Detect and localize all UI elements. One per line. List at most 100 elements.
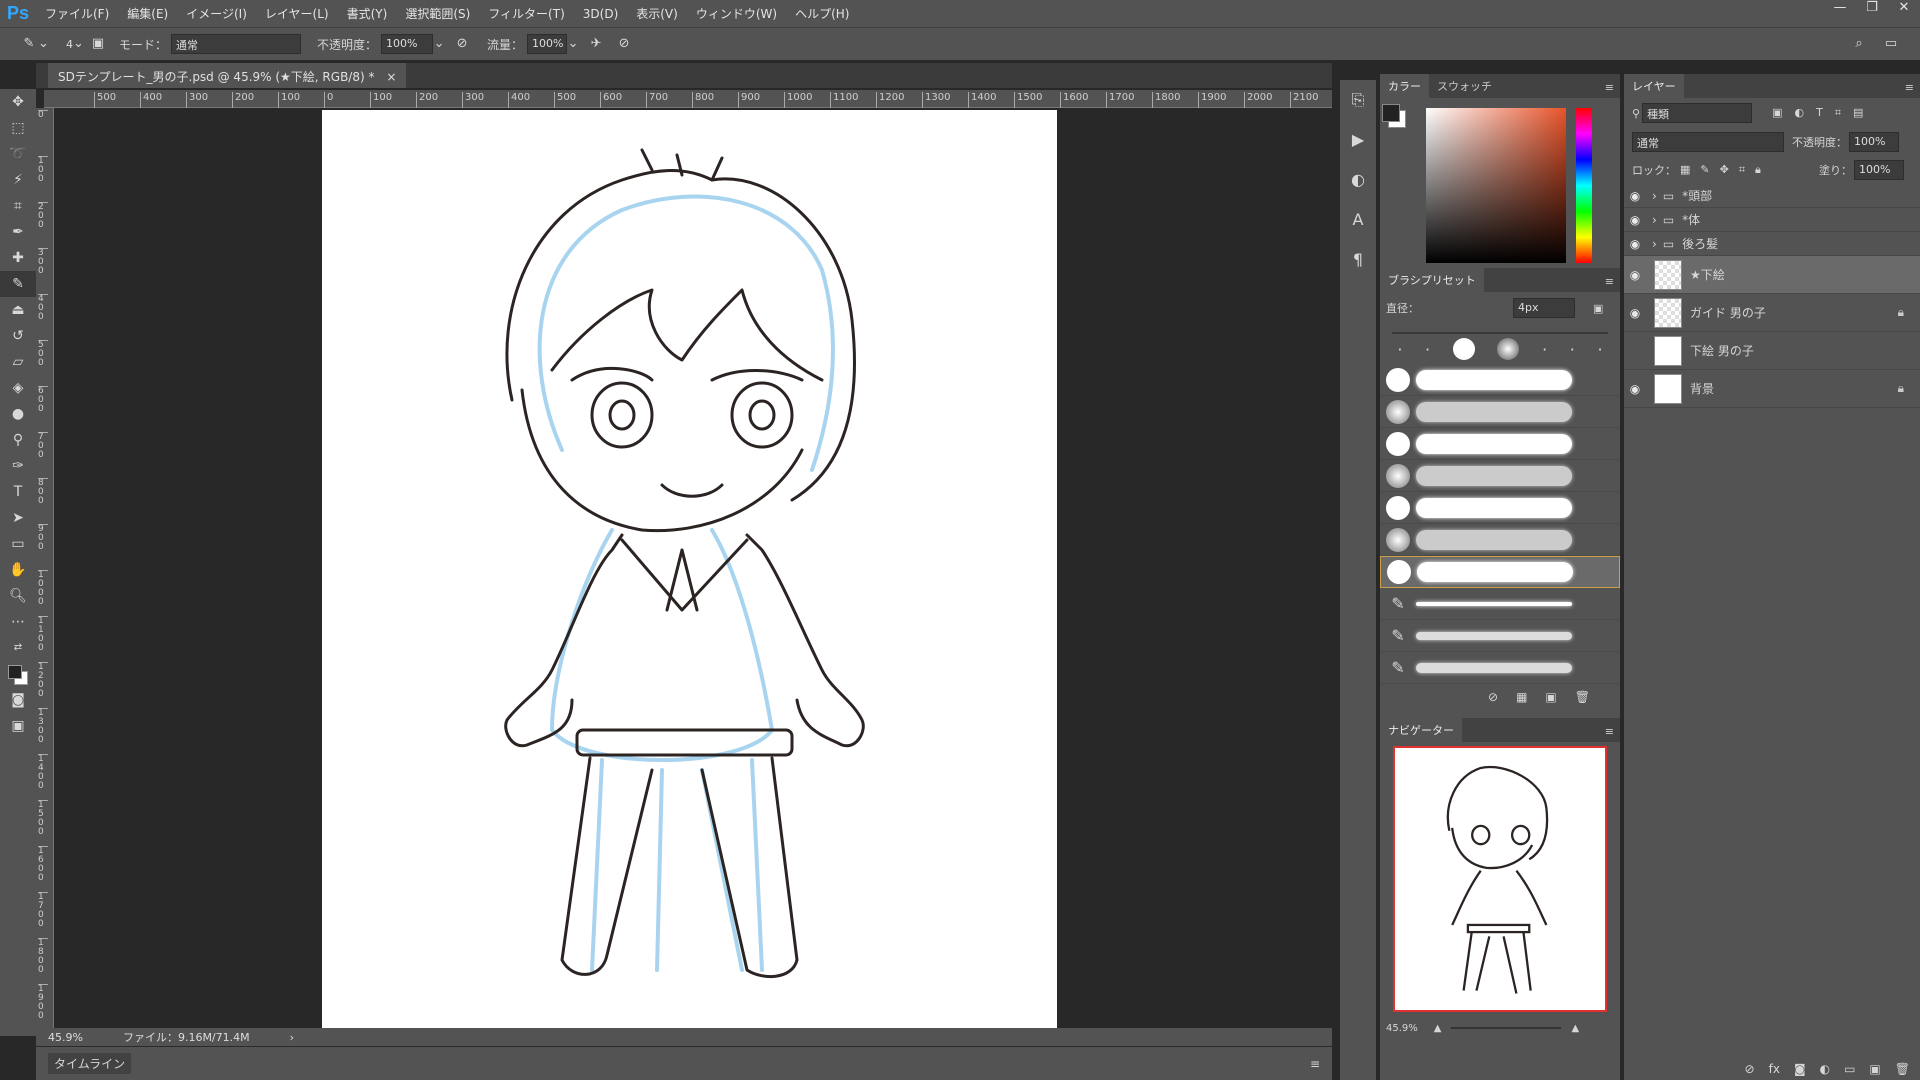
brush-preset-item[interactable] <box>1380 460 1620 492</box>
lock-transparent-icon[interactable]: ▦ <box>1680 163 1690 177</box>
menu-filter[interactable]: フィルター(T) <box>479 5 573 22</box>
panel-menu-icon[interactable]: ≡ <box>1599 721 1620 742</box>
layer-draft[interactable]: 下絵 男の子 <box>1624 332 1920 370</box>
brush-tip[interactable]: · <box>1598 340 1603 359</box>
lock-position-icon[interactable]: ✥ <box>1720 163 1729 177</box>
adjustments-icon[interactable]: ◐ <box>1340 160 1376 200</box>
path-select-tool-icon[interactable]: ➤ <box>0 505 36 531</box>
saturation-field[interactable] <box>1426 108 1566 263</box>
grid-icon[interactable]: ▦ <box>1516 690 1527 704</box>
trash-icon[interactable]: 🗑︎ <box>1895 1062 1910 1076</box>
new-layer-icon[interactable]: ▣ <box>1869 1062 1880 1076</box>
zoom-out-icon[interactable]: ▲ <box>1434 1023 1442 1034</box>
close-tab-icon[interactable]: × <box>386 70 396 84</box>
pressure-size-icon[interactable]: ⊘ <box>615 35 633 53</box>
crop-tool-icon[interactable]: ⌗ <box>0 193 36 219</box>
dodge-tool-icon[interactable]: ⚲ <box>0 427 36 453</box>
visibility-eye-icon[interactable]: ◉ <box>1624 189 1646 203</box>
panel-menu-icon[interactable]: ≡ <box>1599 77 1620 98</box>
layer-background[interactable]: ◉ 背景 🔒︎ <box>1624 370 1920 408</box>
smart-object-filter-icon[interactable]: ▤ <box>1853 106 1863 120</box>
menu-view[interactable]: 表示(V) <box>627 5 687 22</box>
type-tool-icon[interactable]: T <box>0 479 36 505</box>
lock-artboard-icon[interactable]: ⌗ <box>1739 163 1745 177</box>
layer-sketch-selected[interactable]: ◉ ★下絵 <box>1624 256 1920 294</box>
move-tool-icon[interactable]: ✥ <box>0 89 36 115</box>
menu-layer[interactable]: レイヤー(L) <box>256 5 338 22</box>
brush-preset-item[interactable]: ✎ <box>1380 652 1620 684</box>
layer-group-head[interactable]: ◉ › ▭ *頭部 <box>1624 184 1920 208</box>
tab-navigator[interactable]: ナビゲーター <box>1380 718 1462 742</box>
add-mask-icon[interactable]: ◙ <box>1794 1062 1806 1076</box>
zoom-tool-icon[interactable]: 🔍︎ <box>0 583 36 609</box>
workspace-icon[interactable]: ▭ <box>1882 35 1900 53</box>
diameter-input[interactable]: 4px <box>1513 298 1575 318</box>
pressure-opacity-icon[interactable]: ⊘ <box>453 35 471 53</box>
layer-filter-select[interactable]: 種類 <box>1642 103 1753 123</box>
visibility-eye-icon[interactable]: ◉ <box>1624 237 1646 251</box>
screen-mode-icon[interactable]: ▣ <box>0 713 36 739</box>
history-brush-tool-icon[interactable]: ↺ <box>0 323 36 349</box>
lock-all-icon[interactable]: 🔒︎ <box>1755 163 1761 177</box>
brush-preset-item[interactable] <box>1380 492 1620 524</box>
tab-brush-presets[interactable]: ブラシプリセット <box>1380 268 1484 292</box>
menu-select[interactable]: 選択範囲(S) <box>396 5 479 22</box>
navigator-preview[interactable] <box>1393 746 1607 1012</box>
magic-wand-tool-icon[interactable]: ⚡ <box>0 167 36 193</box>
lasso-tool-icon[interactable]: ➰ <box>0 141 36 167</box>
brush-preset-item[interactable]: ✎ <box>1380 620 1620 652</box>
diameter-slider[interactable] <box>1392 324 1608 334</box>
new-group-icon[interactable]: ▭ <box>1844 1062 1855 1076</box>
brush-tool-icon[interactable]: ✎ <box>20 35 38 53</box>
brush-tool-icon[interactable]: ✎ <box>0 271 36 297</box>
shape-filter-icon[interactable]: ⌗ <box>1835 106 1841 120</box>
history-icon[interactable]: ⎘ <box>1340 80 1376 120</box>
actions-icon[interactable]: ▶ <box>1340 120 1376 160</box>
expand-arrow-icon[interactable]: › <box>1652 213 1657 227</box>
tab-swatches[interactable]: スウォッチ <box>1429 74 1500 98</box>
brush-preset-item[interactable] <box>1380 428 1620 460</box>
expand-arrow-icon[interactable]: › <box>1652 189 1657 203</box>
fx-icon[interactable]: fx <box>1769 1062 1780 1076</box>
brush-size-value[interactable]: 4 <box>66 38 73 51</box>
mode-select[interactable]: 通常 <box>171 34 302 54</box>
character-icon[interactable]: A <box>1340 200 1376 240</box>
type-filter-icon[interactable]: T <box>1816 106 1823 120</box>
tab-color[interactable]: カラー <box>1380 74 1429 98</box>
swap-colors-icon[interactable]: ⇄ <box>0 635 36 661</box>
more-tools-icon[interactable]: ⋯ <box>0 609 36 635</box>
new-preset-icon[interactable]: ▣ <box>1545 690 1556 704</box>
visibility-eye-icon[interactable]: ◉ <box>1624 213 1646 227</box>
zoom-slider[interactable] <box>1451 1027 1562 1029</box>
zoom-in-icon[interactable]: ▲ <box>1571 1023 1579 1034</box>
hue-slider[interactable] <box>1576 108 1592 263</box>
rectangle-tool-icon[interactable]: ▭ <box>0 531 36 557</box>
layer-guide[interactable]: ◉ ガイド 男の子 🔒︎ <box>1624 294 1920 332</box>
blur-tool-icon[interactable]: ● <box>0 401 36 427</box>
adjustment-layer-icon[interactable]: ◐ <box>1820 1062 1830 1076</box>
brush-preset-item[interactable] <box>1380 364 1620 396</box>
brush-tip[interactable] <box>1497 338 1520 360</box>
menu-edit[interactable]: 編集(E) <box>118 5 177 22</box>
eyedropper-tool-icon[interactable]: ✒ <box>0 219 36 245</box>
brush-tip[interactable]: · <box>1542 340 1547 359</box>
marquee-tool-icon[interactable]: ⬚ <box>0 115 36 141</box>
panel-menu-icon[interactable]: ≡ <box>1599 271 1620 292</box>
brush-preset-item-selected[interactable] <box>1380 556 1620 588</box>
eraser-tool-icon[interactable]: ▱ <box>0 349 36 375</box>
pixel-filter-icon[interactable]: ▣ <box>1772 106 1782 120</box>
toggle-brush-panel-icon[interactable]: ⊘ <box>1488 690 1498 704</box>
opacity-input[interactable]: 100% <box>381 34 434 54</box>
menu-type[interactable]: 書式(Y) <box>338 5 397 22</box>
chevron-down-icon[interactable]: ⌄ <box>38 35 49 53</box>
menu-3d[interactable]: 3D(D) <box>574 7 627 21</box>
foreground-color-swatch[interactable] <box>1382 104 1400 122</box>
pen-tool-icon[interactable]: ✑ <box>0 453 36 479</box>
panel-menu-icon[interactable]: ≡ <box>1310 1057 1320 1071</box>
restore-button[interactable]: ❐ <box>1856 0 1888 20</box>
document-canvas[interactable] <box>322 110 1057 1028</box>
chevron-down-icon[interactable]: ⌄ <box>433 35 445 53</box>
hand-tool-icon[interactable]: ✋ <box>0 557 36 583</box>
flow-input[interactable]: 100% <box>527 34 568 54</box>
chevron-down-icon[interactable]: ⌄ <box>73 35 84 53</box>
